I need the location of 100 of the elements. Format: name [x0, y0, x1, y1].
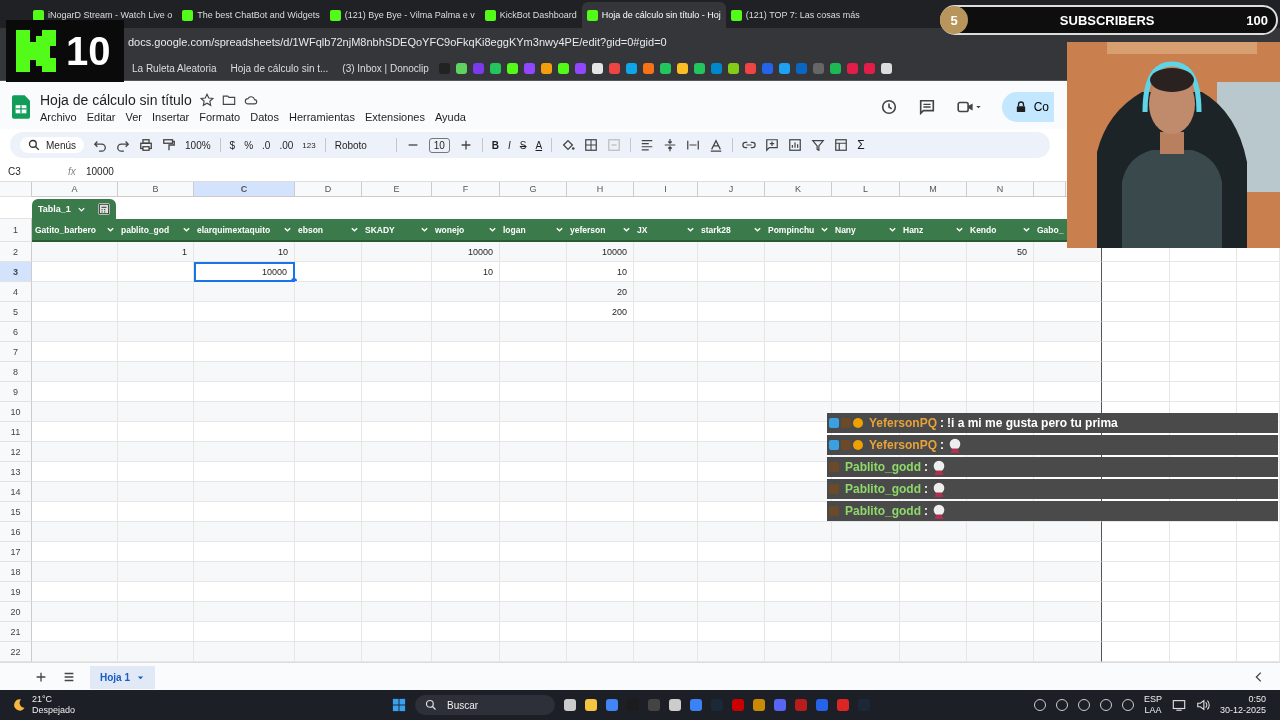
- share-button[interactable]: Co: [1001, 92, 1054, 122]
- language-indicator[interactable]: ESP: [1143, 694, 1162, 705]
- subscriber-label: SUBSCRIBERS: [1058, 12, 1156, 28]
- menu-item[interactable]: Datos: [250, 110, 279, 123]
- row-number[interactable]: 13: [0, 462, 32, 482]
- row-number[interactable]: 12: [0, 442, 32, 462]
- column-header[interactable]: M: [900, 182, 967, 197]
- strikethrough-button[interactable]: S: [519, 139, 527, 151]
- row-number[interactable]: 22: [0, 642, 32, 662]
- document-title[interactable]: Hoja de cálculo sin título: [40, 91, 192, 108]
- menu-item[interactable]: Ver: [125, 110, 142, 123]
- decrease-decimal-button[interactable]: .0: [262, 139, 271, 151]
- row-number[interactable]: 17: [0, 542, 32, 562]
- taskbar-search-field[interactable]: Buscar: [415, 695, 555, 715]
- column-header[interactable]: F: [432, 182, 500, 197]
- row-number[interactable]: 21: [0, 622, 32, 642]
- menu-item[interactable]: Herramientas: [288, 110, 355, 123]
- text-color-button[interactable]: A: [535, 139, 543, 151]
- menu-item[interactable]: Archivo: [40, 110, 77, 123]
- keyboard-layout[interactable]: LAA: [1144, 705, 1162, 716]
- row-number[interactable]: 14: [0, 482, 32, 502]
- currency-button[interactable]: $: [229, 139, 236, 151]
- row-number[interactable]: 4: [0, 282, 32, 302]
- browser-tab[interactable]: (121) Bye Bye - Vilma Palma e v: [324, 2, 480, 28]
- row-number[interactable]: 5: [0, 302, 32, 322]
- row-number[interactable]: 18: [0, 562, 32, 582]
- menu-item[interactable]: Extensiones: [365, 110, 425, 123]
- table-header[interactable]: SKADY: [362, 219, 432, 242]
- row-number[interactable]: 20: [0, 602, 32, 622]
- row-number[interactable]: 8: [0, 362, 32, 382]
- table-cell: 10: [194, 242, 295, 262]
- zoom-select[interactable]: 100%: [185, 139, 211, 151]
- menu-item[interactable]: Formato: [199, 110, 241, 123]
- table-cell: 10000: [432, 242, 500, 262]
- table-header[interactable]: yeferson: [567, 219, 634, 242]
- bold-button[interactable]: B: [491, 139, 500, 151]
- number-format-button[interactable]: 123: [302, 140, 316, 150]
- table-cell: 50: [967, 242, 1034, 262]
- bookmark[interactable]: (3) Inbox | Donoclip: [338, 62, 433, 74]
- column-header[interactable]: I: [634, 182, 698, 197]
- row-number[interactable]: 11: [0, 422, 32, 442]
- menu-search-field[interactable]: Menús: [20, 137, 84, 153]
- functions-button[interactable]: Σ: [857, 138, 865, 152]
- column-header[interactable]: N: [967, 182, 1034, 197]
- column-header[interactable]: D: [295, 182, 362, 197]
- browser-tab[interactable]: (121) TOP 7: Las cosas más: [725, 2, 865, 28]
- chat-username: Pablito_godd: [845, 505, 921, 517]
- table-header[interactable]: Nany: [832, 219, 900, 242]
- font-select[interactable]: Roboto: [334, 139, 387, 151]
- row-number[interactable]: 15: [0, 502, 32, 522]
- table-header[interactable]: logan: [500, 219, 567, 242]
- percent-button[interactable]: %: [244, 139, 254, 151]
- subscriber-count: 5: [940, 6, 968, 34]
- sheet-tab[interactable]: Hoja 1: [90, 665, 155, 689]
- table-header[interactable]: Hanz: [900, 219, 967, 242]
- row-number[interactable]: 16: [0, 522, 32, 542]
- italic-button[interactable]: I: [508, 139, 511, 151]
- clock-date[interactable]: 30-12-2025: [1219, 705, 1266, 716]
- bookmark[interactable]: Hoja de cálculo sin t...: [226, 62, 333, 74]
- menu-item[interactable]: Ayuda: [434, 110, 466, 123]
- column-header[interactable]: J: [698, 182, 765, 197]
- row-number[interactable]: 1: [0, 219, 32, 242]
- column-header[interactable]: G: [500, 182, 567, 197]
- browser-tab[interactable]: KickBot Dashboard: [479, 2, 582, 28]
- menu-item[interactable]: Insertar: [151, 110, 190, 123]
- table-header[interactable]: Kendo: [967, 219, 1034, 242]
- column-header[interactable]: L: [832, 182, 900, 197]
- table-header[interactable]: elarquimextaquito: [194, 219, 295, 242]
- increase-decimal-button[interactable]: .00: [279, 139, 294, 151]
- row-number[interactable]: 6: [0, 322, 32, 342]
- bookmark[interactable]: La Ruleta Aleatoria: [128, 62, 221, 74]
- column-header[interactable]: E: [362, 182, 432, 197]
- row-number[interactable]: 3: [0, 262, 32, 282]
- clock-time[interactable]: 0:50: [1248, 694, 1266, 705]
- column-header[interactable]: H: [567, 182, 634, 197]
- table-header[interactable]: wonejo: [432, 219, 500, 242]
- table-header[interactable]: Gatito_barbero: [32, 219, 118, 242]
- row-number[interactable]: 19: [0, 582, 32, 602]
- table-header[interactable]: JX: [634, 219, 698, 242]
- formula-field[interactable]: 10000: [86, 165, 114, 177]
- column-header[interactable]: K: [765, 182, 832, 197]
- column-header[interactable]: C: [194, 182, 295, 197]
- browser-tab[interactable]: Hoja de cálculo sin título - Hoj: [581, 2, 726, 28]
- name-box[interactable]: C3: [8, 165, 68, 177]
- menu-item[interactable]: Editar: [86, 110, 116, 123]
- row-number[interactable]: 7: [0, 342, 32, 362]
- column-header[interactable]: A: [32, 182, 118, 197]
- table-header[interactable]: stark28: [698, 219, 765, 242]
- font-size-field[interactable]: 10: [428, 137, 450, 153]
- table-header[interactable]: Pompinchu: [765, 219, 832, 242]
- table-header[interactable]: pablito_god: [118, 219, 194, 242]
- row-number[interactable]: 9: [0, 382, 32, 402]
- chat-separator: :: [940, 417, 945, 429]
- table-name-tab[interactable]: Tabla_1: [32, 199, 92, 219]
- selected-cell[interactable]: 10000: [194, 262, 295, 282]
- browser-tab[interactable]: The best ChatBot and Widgets: [177, 2, 325, 28]
- row-number[interactable]: 10: [0, 402, 32, 422]
- row-number[interactable]: 2: [0, 242, 32, 262]
- table-header[interactable]: Gabo_: [1034, 219, 1066, 242]
- table-header[interactable]: ebson: [295, 219, 362, 242]
